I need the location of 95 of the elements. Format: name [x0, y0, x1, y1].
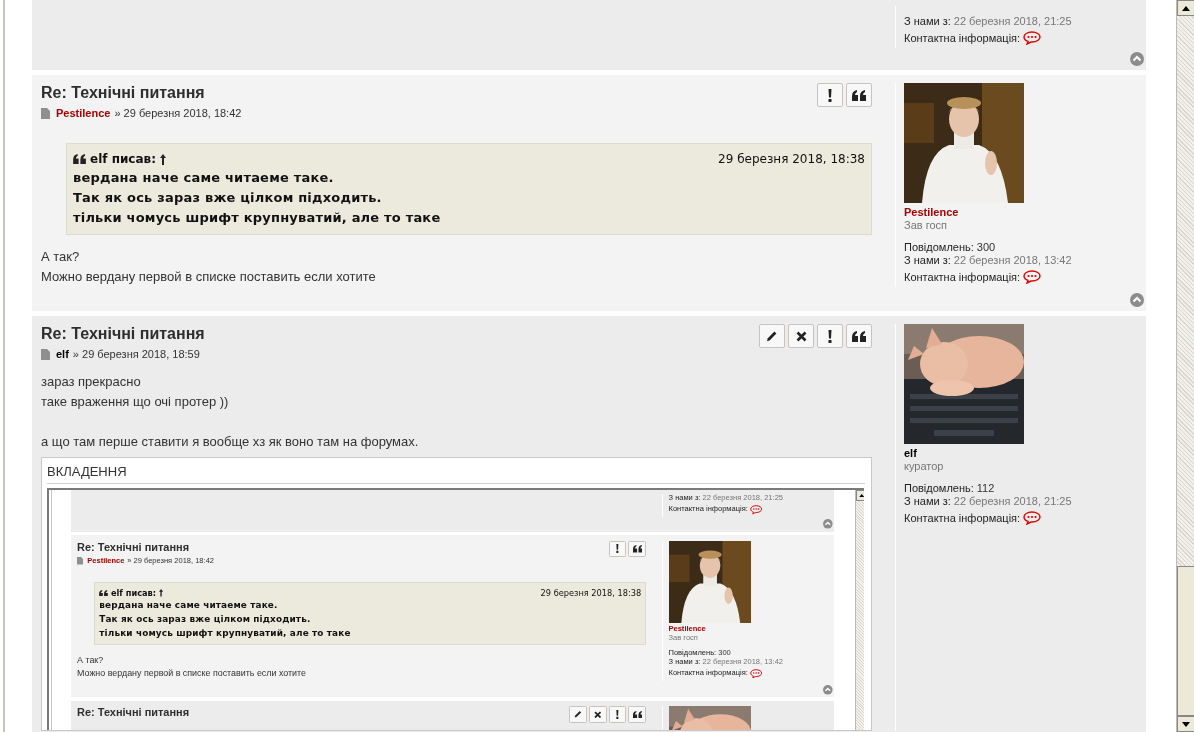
delete-button[interactable]	[788, 324, 814, 348]
back-to-top-icon[interactable]	[1130, 293, 1144, 307]
quote-text: вердана наче саме читаеме таке. Так як ось зараз вже цілком підходить. тільки чомусь шрифт крупнуватий, але то таке	[99, 599, 352, 640]
document-icon	[77, 557, 84, 565]
posts-label: Повідомлень:	[668, 648, 717, 658]
post-text: А так? Можно вердану первой в списке поставить если хотите	[41, 248, 377, 286]
post-text: зараз прекрасно таке враження що очі протер ))	[41, 373, 230, 411]
quote-button[interactable]	[628, 706, 647, 723]
username-link[interactable]: Pestilence	[904, 205, 959, 219]
speech-bubble-icon[interactable]	[1023, 31, 1042, 45]
quote-icon	[852, 330, 866, 342]
quote-icon	[852, 89, 866, 101]
back-to-top-icon[interactable]	[1130, 52, 1144, 66]
user-rank: куратор	[904, 460, 944, 473]
contact-label: Контактна інформація:	[904, 511, 1021, 525]
posts-label: Повідомлень:	[904, 241, 974, 254]
edit-button[interactable]	[568, 706, 587, 723]
report-button[interactable]	[608, 706, 627, 723]
arrow-up-icon[interactable]	[159, 153, 166, 165]
quote-button[interactable]	[628, 540, 647, 558]
post-title[interactable]: Re: Технічні питання	[77, 706, 190, 720]
username-link[interactable]: Pestilence	[668, 624, 706, 634]
contact-label: Контактна інформація:	[904, 31, 1021, 45]
speech-bubble-icon[interactable]	[1023, 511, 1042, 525]
username-link[interactable]: elf	[904, 446, 917, 460]
document-icon	[41, 107, 50, 119]
report-button[interactable]	[608, 540, 627, 558]
post-title[interactable]: Re: Технічні питання	[41, 324, 205, 344]
post-title[interactable]: Re: Технічні питання	[77, 540, 190, 555]
joined-date: 22 березня 2018, 13:42	[953, 254, 1072, 267]
quote-button[interactable]	[846, 83, 872, 107]
scrollbar[interactable]	[854, 490, 864, 730]
quote-text: вердана наче саме читаеме таке. Так як ось зараз вже цілком підходить. тільки чомусь шрифт крупнуватий, але то таке	[73, 169, 442, 227]
pencil-icon	[766, 330, 778, 342]
scroll-up-button[interactable]	[1177, 0, 1194, 16]
contact-label: Контактна інформація:	[668, 505, 748, 515]
arrow-up-icon	[1182, 5, 1190, 11]
joined-label: З нами з:	[668, 494, 701, 503]
post-text: А так? Можно вердану первой в списке поставить если хотите	[77, 653, 307, 681]
post-text: а що там перше ставити я вообще хз як воно там на форумах.	[41, 433, 420, 451]
post-date: » 29 березня 2018, 18:59	[72, 347, 200, 362]
scrollbar[interactable]	[1176, 0, 1194, 732]
joined-date: 22 березня 2018, 21:25	[953, 495, 1072, 508]
posts-count[interactable]: 300	[718, 648, 731, 658]
close-icon	[593, 710, 602, 719]
joined-date: 22 березня 2018, 13:42	[702, 657, 783, 667]
contact-label: Контактна інформація:	[668, 669, 748, 678]
close-icon	[795, 330, 807, 342]
document-icon	[41, 348, 50, 360]
quote-icon	[73, 154, 86, 164]
exclamation-icon	[616, 710, 619, 719]
quote-author: elf писав:	[90, 152, 156, 166]
edit-button[interactable]	[759, 324, 785, 348]
scroll-down-button[interactable]	[1177, 716, 1194, 732]
quote-author: elf писав:	[110, 588, 157, 598]
joined-label: З нами з:	[904, 15, 951, 28]
quote-icon	[632, 710, 643, 719]
joined-date: 22 березня 2018, 21:25	[702, 494, 783, 503]
quote-icon	[632, 545, 643, 553]
exclamation-icon	[828, 88, 832, 102]
back-to-top-icon[interactable]	[823, 685, 833, 695]
report-button[interactable]	[817, 324, 843, 348]
post-title[interactable]: Re: Технічні питання	[41, 83, 205, 103]
speech-bubble-icon[interactable]	[1023, 270, 1042, 284]
arrow-up-icon[interactable]	[158, 589, 163, 597]
pencil-icon	[573, 710, 582, 719]
posts-count[interactable]: 300	[976, 241, 996, 254]
posts-label: Повідомлень:	[904, 482, 974, 495]
back-to-top-icon[interactable]	[823, 519, 833, 529]
contact-label: Контактна інформація:	[904, 270, 1021, 284]
joined-label: З нами з:	[904, 254, 951, 267]
joined-label: З нами з:	[904, 495, 951, 508]
author-link[interactable]: elf	[56, 346, 69, 362]
exclamation-icon	[828, 329, 832, 343]
joined-date: 22 березня 2018, 21:25	[953, 15, 1072, 28]
quote-icon	[99, 589, 109, 597]
quote-date: 29 березня 2018, 18:38	[718, 152, 865, 166]
posts-count[interactable]: 112	[976, 482, 995, 495]
joined-label: З нами з:	[668, 657, 701, 667]
scrollbar-thumb[interactable]	[1177, 566, 1194, 716]
user-rank: Зав госп	[668, 633, 698, 643]
post-date: » 29 березня 2018, 18:42	[114, 106, 242, 121]
delete-button[interactable]	[588, 706, 607, 723]
exclamation-icon	[616, 544, 619, 554]
user-rank: Зав госп	[904, 219, 947, 232]
attachment-label: ВКЛАДЕННЯ	[47, 458, 865, 484]
report-button[interactable]	[817, 83, 843, 107]
scroll-up-button[interactable]	[855, 490, 864, 501]
arrow-up-icon	[858, 493, 864, 498]
post-date: » 29 березня 2018, 18:42	[127, 555, 214, 567]
author-link[interactable]: Pestilence	[56, 105, 111, 121]
author-link[interactable]: Pestilence	[87, 555, 125, 567]
quote-button[interactable]	[846, 324, 872, 348]
arrow-down-icon	[1182, 721, 1190, 727]
quote-date: 29 березня 2018, 18:38	[540, 588, 642, 598]
